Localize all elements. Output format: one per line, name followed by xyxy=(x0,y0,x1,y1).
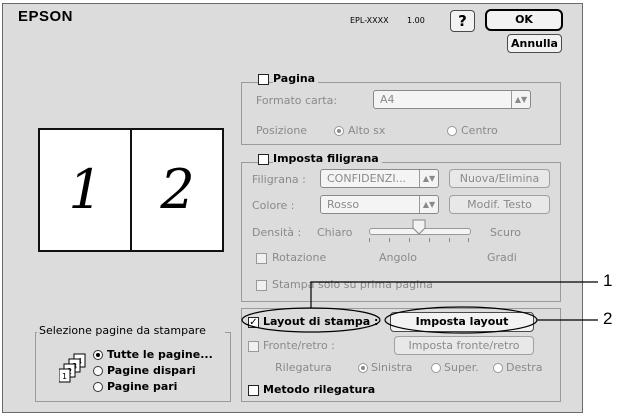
callout-number-1: 1 xyxy=(603,271,613,290)
callout-ellipse-1 xyxy=(241,307,381,333)
callout-ellipse-2 xyxy=(384,306,538,334)
callout-line-1 xyxy=(310,281,598,308)
callout-number-2: 2 xyxy=(603,309,613,328)
callout-overlay xyxy=(241,281,598,334)
